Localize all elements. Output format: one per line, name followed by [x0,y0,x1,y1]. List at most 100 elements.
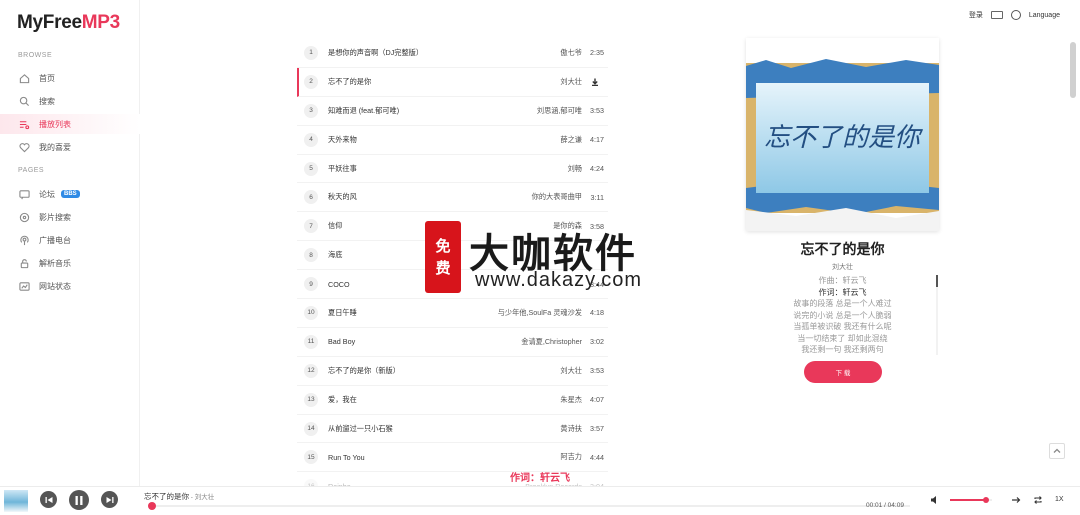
song-row[interactable]: 2 忘不了的是你 刘大壮 [297,67,608,97]
song-number: 15 [304,450,318,465]
player-time: 00:01 / 04:09 [866,502,904,509]
login-link[interactable]: 登录 [969,10,983,20]
lyrics-scroll-thumb[interactable] [936,275,938,287]
song-title[interactable]: 忘不了的是你（新版） [328,366,560,376]
album-cover: 忘不了的是你 [746,38,939,231]
song-number: 12 [304,363,318,378]
song-artist[interactable]: 与少年他,SoulFa 灵魂沙发 [498,308,582,318]
download-icon[interactable] [586,78,604,86]
volume-icon[interactable] [930,495,940,505]
previous-button[interactable] [40,491,57,508]
song-artist[interactable]: 刘畅 [568,164,582,174]
now-playing-title: 忘不了的是你 [800,241,885,257]
sidebar-item-parse-music[interactable]: 解析音乐 [0,253,140,273]
song-title[interactable]: 平妖往事 [328,164,568,174]
sidebar-item-film-search[interactable]: 影片搜索 [0,207,140,227]
song-artist[interactable]: 朱星杰 [560,395,582,405]
song-artist[interactable]: 刘大壮 [560,366,582,376]
playlist-icon [18,118,30,130]
song-row[interactable]: 13 爱，我在 朱星杰 4:07 [297,386,608,415]
song-artist[interactable]: 黄诗扶 [560,424,582,434]
song-title[interactable]: 夏日午睡 [328,308,498,318]
song-row[interactable]: 10 夏日午睡 与少年他,SoulFa 灵魂沙发 4:18 [297,299,608,328]
radio-icon [18,234,30,246]
song-artist[interactable]: 阿吉力 [560,452,582,462]
now-playing-artist: 刘大壮 [832,264,853,271]
page-scroll-thumb[interactable] [1070,42,1076,98]
lyric-line: 我还剩一句 我还剩两句 [801,345,884,354]
song-artist[interactable]: 金请夏,Christopher [521,337,582,347]
song-duration: 3:53 [590,106,604,116]
player-album-thumbnail[interactable] [4,490,28,512]
sidebar-item-favorites[interactable]: 我的喜爱 [0,137,140,157]
song-row[interactable]: 4 天外来物 薛之谦 4:17 [297,126,608,155]
song-artist[interactable]: 傲七爷 [560,48,582,58]
watermark-url: www.dakazy.com [475,269,643,291]
lyrics-panel[interactable]: 作曲：轩云飞 作词：轩云飞 故事的段落 总是一个人难过 说完的小说 总是一个人脆弱 当孤… [746,275,939,355]
song-row[interactable]: 12 忘不了的是你（新版） 刘大壮 3:53 [297,357,608,386]
next-button[interactable] [101,491,118,508]
song-duration: 2:35 [590,48,604,58]
settings-icon[interactable] [1010,10,1021,20]
language-selector[interactable]: Language [1029,12,1060,19]
player-track-artist: 刘大壮 [194,494,215,501]
song-number: 4 [304,132,318,147]
lyric-line: 作词：轩云飞 [818,287,867,297]
sidebar-item-site-status[interactable]: 网站状态 [0,276,140,296]
song-title[interactable]: 从前遛过一只小石猴 [328,424,560,434]
song-title[interactable]: 天外来物 [328,135,560,145]
repeat-icon[interactable] [1033,495,1043,505]
song-artist[interactable]: 薛之谦 [560,135,582,145]
song-row[interactable]: 5 平妖往事 刘畅 4:24 [297,155,608,184]
song-duration: 4:44 [590,452,604,462]
song-artist[interactable]: 你的大表哥曲甲 [532,192,582,202]
pause-button[interactable] [69,490,89,510]
song-title[interactable]: 秋天的风 [328,192,532,202]
song-duration: 3:02 [590,337,604,347]
song-row[interactable]: 6 秋天的风 你的大表哥曲甲 3:11 [297,183,608,213]
song-row[interactable]: 11 Bad Boy 金请夏,Christopher 3:02 [297,328,608,357]
browse-section-title: BROWSE [18,52,53,59]
lyric-overlay: 作词：轩云飞 [510,473,570,484]
progress-knob[interactable] [148,502,157,510]
page-scrollbar[interactable] [1068,0,1080,486]
song-title[interactable]: 是想你的声音啊（DJ完整版） [328,48,560,58]
song-title[interactable]: 爱，我在 [328,395,560,405]
song-row[interactable]: 14 从前遛过一只小石猴 黄诗扶 3:57 [297,415,608,444]
sidebar: MyFreeMP3 BROWSE 首页 搜索 播放列表 我的喜爱 PAGES 论… [0,0,140,486]
volume-slider[interactable] [950,497,992,503]
sidebar-item-playlist[interactable]: 播放列表 [0,114,140,134]
sidebar-item-forum[interactable]: 论坛 BBS [0,184,140,204]
playback-speed-button[interactable]: 1X [1055,496,1064,503]
song-number: 5 [304,161,318,176]
volume-knob[interactable] [982,497,989,503]
film-icon [18,211,30,223]
song-title[interactable]: 知难而退 (feat.郁可唯) [328,106,537,116]
song-duration: 3:53 [590,366,604,376]
song-artist[interactable]: 刘大壮 [560,77,582,87]
song-row[interactable]: 3 知难而退 (feat.郁可唯) 刘思涵,郁可唯 3:53 [297,97,608,126]
lyric-line: 说完的小说 总是一个人脆弱 [793,310,892,320]
sidebar-item-search[interactable]: 搜索 [0,91,140,111]
song-title[interactable]: 忘不了的是你 [328,77,560,87]
song-number: 1 [304,45,318,60]
lyrics-scrollbar[interactable] [936,275,938,355]
app-logo[interactable]: MyFreeMP3 [17,12,120,34]
song-title[interactable]: Bad Boy [328,337,521,346]
song-number: 8 [304,248,318,263]
watermark-seal: 免 费 [425,221,461,293]
keyboard-icon[interactable] [990,11,1003,19]
sidebar-item-home[interactable]: 首页 [0,68,140,88]
download-button[interactable]: 下 载 [804,361,882,383]
song-row[interactable]: 1 是想你的声音啊（DJ完整版） 傲七爷 2:35 [297,39,608,68]
lyric-line: 故事的段落 总是一个人难过 [793,299,892,308]
play-mode-icon[interactable] [1011,495,1021,505]
progress-bar[interactable] [148,502,910,510]
album-cover-art: 忘不了的是你 [746,38,939,231]
sidebar-item-radio[interactable]: 广播电台 [0,230,140,250]
song-title[interactable]: Run To You [328,453,560,462]
sidebar-item-label: 我的喜爱 [39,142,71,152]
song-artist[interactable]: 刘思涵,郁可唯 [537,106,582,116]
song-number: 3 [304,103,318,118]
back-to-top-button[interactable] [1049,443,1065,459]
